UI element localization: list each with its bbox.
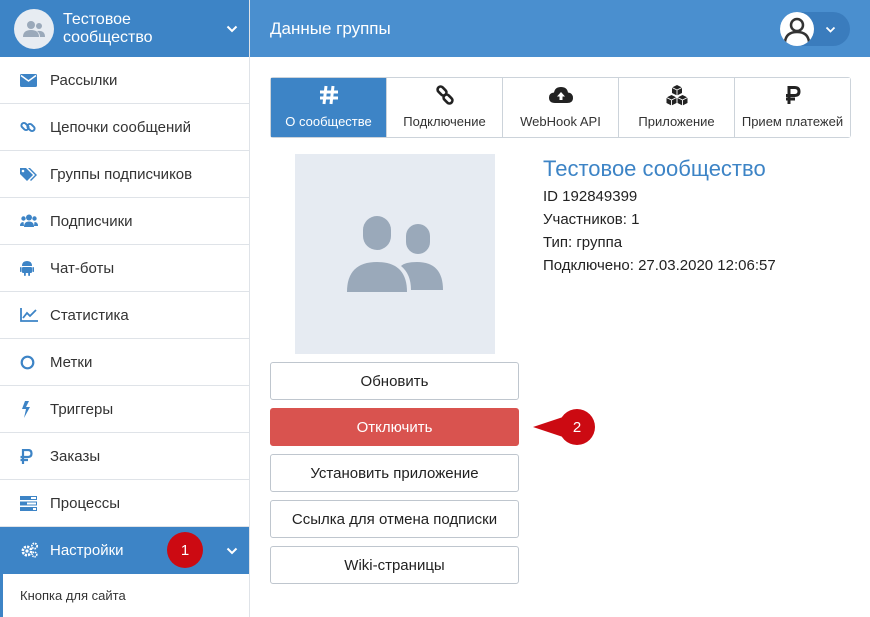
top-bar: Данные группы: [250, 0, 870, 57]
tab-payments[interactable]: Прием платежей: [734, 78, 850, 137]
page-title: Данные группы: [270, 18, 391, 38]
users-icon: [347, 216, 443, 292]
group-type: Тип: группа: [543, 234, 623, 251]
cubes-icon: [665, 82, 689, 108]
sidebar-item-label: Статистика: [50, 306, 129, 324]
sidebar-item-label: Заказы: [50, 447, 101, 465]
ruble-icon: [785, 82, 801, 108]
install-app-button[interactable]: Установить приложение: [270, 454, 519, 492]
sidebar: Тестовое сообщество Рассылки Цепочки соо…: [0, 0, 250, 617]
users-icon: [23, 20, 45, 37]
tab-label: О сообществе: [285, 114, 372, 129]
tags-icon: [20, 165, 40, 183]
sidebar-item-label: Цепочки сообщений: [50, 118, 191, 136]
tab-label: Прием платежей: [741, 114, 844, 129]
sidebar-item-label: Метки: [50, 353, 93, 371]
sidebar-subitem-label: Кнопка для сайта: [20, 588, 126, 603]
tab-about[interactable]: О сообществе: [271, 78, 386, 137]
tab-label: Подключение: [403, 114, 486, 129]
bolt-icon: [20, 400, 40, 418]
sidebar-item-label: Группы подписчиков: [50, 165, 193, 183]
unsubscribe-link-button[interactable]: Ссылка для отмена подписки: [270, 500, 519, 538]
disconnect-button[interactable]: Отключить: [270, 408, 519, 446]
sidebar-item-label: Рассылки: [50, 71, 118, 89]
tab-webhook-api[interactable]: WebHook API: [502, 78, 618, 137]
sidebar-item-mailings[interactable]: Рассылки: [0, 57, 249, 104]
chevron-down-icon: [825, 20, 836, 38]
wiki-pages-button[interactable]: Wiki-страницы: [270, 546, 519, 584]
ruble-icon: [20, 447, 40, 465]
tab-connection[interactable]: Подключение: [386, 78, 502, 137]
cogs-icon: [20, 541, 40, 559]
envelope-icon: [20, 71, 40, 89]
sidebar-item-label: Процессы: [50, 494, 121, 512]
users-icon: [20, 212, 40, 230]
android-icon: [20, 259, 40, 277]
sidebar-item-statistics[interactable]: Статистика: [0, 292, 249, 339]
sidebar-subitem-site-button[interactable]: Кнопка для сайта: [0, 574, 249, 617]
chevron-down-icon: [215, 20, 249, 38]
tab-label: WebHook API: [520, 114, 601, 129]
sidebar-item-chains[interactable]: Цепочки сообщений: [0, 104, 249, 151]
sidebar-item-tags[interactable]: Метки: [0, 339, 249, 386]
sidebar-item-label: Подписчики: [50, 212, 133, 230]
group-id: ID 192849399: [543, 188, 638, 205]
sidebar-item-settings[interactable]: Настройки: [0, 527, 249, 574]
group-info: Тестовое сообщество ID 192849399 Участни…: [543, 156, 776, 281]
annotation-marker-1: 1: [167, 532, 203, 568]
refresh-button[interactable]: Обновить: [270, 362, 519, 400]
line-chart-icon: [20, 306, 40, 324]
group-name: Тестовое сообщество: [543, 156, 766, 181]
sidebar-item-triggers[interactable]: Триггеры: [0, 386, 249, 433]
link-icon: [435, 82, 455, 108]
community-name: Тестовое сообщество: [63, 10, 153, 46]
group-avatar: [295, 154, 495, 354]
user-menu-button[interactable]: [780, 11, 850, 46]
sidebar-item-orders[interactable]: Заказы: [0, 433, 249, 480]
sidebar-item-chatbots[interactable]: Чат-боты: [0, 245, 249, 292]
sidebar-item-subscribers[interactable]: Подписчики: [0, 198, 249, 245]
link-icon: [20, 118, 40, 136]
annotation-marker-2: 2: [559, 409, 595, 445]
group-members: Участников: 1: [543, 211, 640, 228]
group-tabs: О сообществе Подключение WebHook API При…: [270, 77, 851, 138]
circle-icon: [20, 353, 40, 371]
sidebar-item-processes[interactable]: Процессы: [0, 480, 249, 527]
community-avatar: [14, 8, 54, 49]
user-icon: [783, 17, 811, 42]
chevron-down-icon: [215, 542, 249, 559]
cloud-upload-icon: [548, 82, 573, 108]
tasks-icon: [20, 494, 40, 512]
tab-label: Приложение: [638, 114, 715, 129]
group-connected: Подключено: 27.03.2020 12:06:57: [543, 257, 776, 274]
sidebar-item-subscriber-groups[interactable]: Группы подписчиков: [0, 151, 249, 198]
community-switcher[interactable]: Тестовое сообщество: [0, 0, 249, 57]
sidebar-item-label: Чат-боты: [50, 259, 115, 277]
sidebar-item-label: Триггеры: [50, 400, 114, 418]
tab-application[interactable]: Приложение: [618, 78, 734, 137]
hashtag-icon: [319, 82, 339, 108]
avatar: [780, 11, 814, 46]
